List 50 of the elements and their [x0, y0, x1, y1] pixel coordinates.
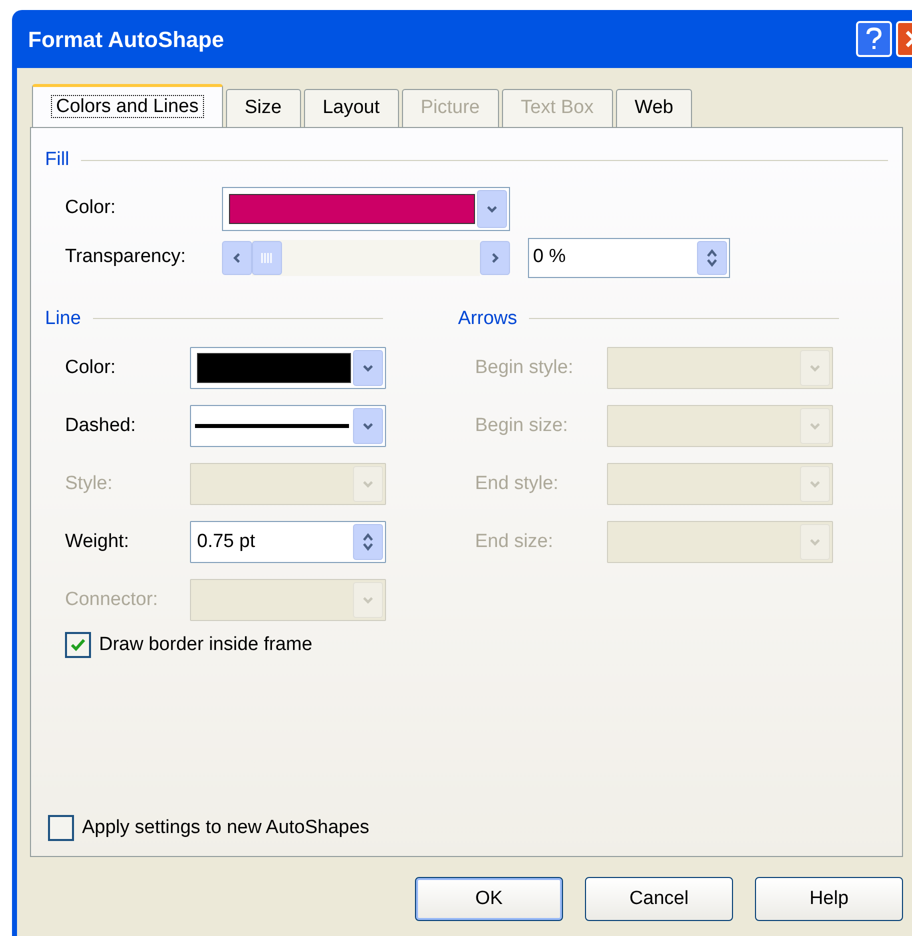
dropdown-button[interactable] — [353, 350, 383, 386]
dropdown-field[interactable] — [190, 579, 386, 621]
field-label: Begin size: — [475, 414, 569, 438]
grip-icon — [260, 252, 274, 264]
spin-button[interactable] — [697, 240, 727, 274]
question-mark-icon — [865, 27, 883, 51]
section-title: Line — [45, 306, 81, 330]
up-down-arrows-icon — [361, 531, 375, 553]
section-title: Arrows — [458, 306, 518, 330]
spin-button[interactable] — [353, 524, 383, 560]
checkbox[interactable] — [65, 632, 91, 658]
dropdown-button[interactable] — [353, 408, 383, 444]
field-label: Dashed: — [65, 414, 137, 438]
dropdown-field[interactable] — [190, 463, 386, 505]
field-label: Connector: — [65, 588, 159, 612]
dropdown-field[interactable] — [607, 463, 833, 505]
field-label: Transparency: — [65, 245, 187, 270]
dropdown-field[interactable] — [607, 405, 833, 447]
dropdown-field[interactable] — [607, 521, 833, 563]
dropdown-field[interactable] — [607, 347, 833, 389]
field-label: Weight: — [65, 530, 130, 554]
checkbox-label: Draw border inside frame — [99, 633, 312, 657]
tab[interactable]: Web — [616, 89, 692, 127]
dropdown-button[interactable] — [477, 190, 507, 228]
color-dropdown[interactable] — [222, 186, 510, 230]
scroll-right-button[interactable] — [480, 240, 510, 274]
tab[interactable]: Layout — [304, 89, 399, 127]
checkbox-label: Apply settings to new AutoShapes — [82, 816, 370, 840]
color-dropdown[interactable] — [190, 347, 386, 389]
window-title: Format AutoShape — [28, 26, 225, 54]
dialog-button[interactable]: Help — [755, 877, 903, 921]
field-label: Begin style: — [475, 356, 574, 380]
checkbox[interactable] — [48, 814, 74, 841]
field-label: Color: — [65, 196, 117, 220]
dash-dropdown[interactable] — [190, 405, 386, 447]
field-label: Color: — [65, 356, 117, 380]
up-down-arrows-icon — [705, 246, 719, 268]
help-button[interactable] — [856, 21, 892, 57]
tab[interactable]: Colors and Lines — [32, 84, 223, 127]
tab[interactable]: Size — [226, 89, 301, 127]
dialog-button[interactable]: Cancel — [585, 877, 733, 921]
field-label: Style: — [65, 472, 114, 496]
field-label: End style: — [475, 472, 560, 496]
scroll-left-button[interactable] — [222, 240, 252, 274]
section-title: Fill — [45, 148, 70, 172]
slider-thumb[interactable] — [252, 240, 282, 274]
spin-field[interactable]: 0 % — [528, 238, 730, 278]
field-label: End size: — [475, 530, 554, 554]
spin-field[interactable]: 0.75 pt — [190, 521, 386, 563]
dialog-button[interactable]: OK — [415, 877, 563, 921]
